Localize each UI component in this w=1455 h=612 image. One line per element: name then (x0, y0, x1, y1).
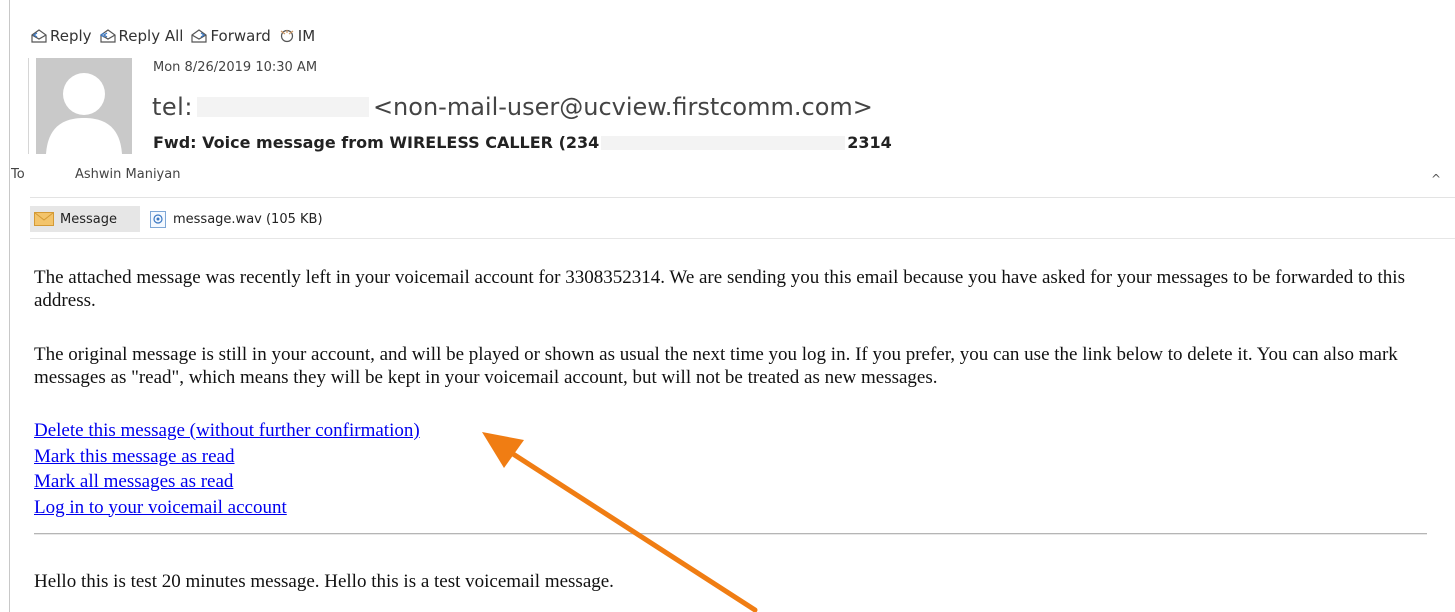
collapse-header-icon[interactable]: ^ (1431, 172, 1441, 186)
envelope-icon (34, 212, 54, 226)
body-paragraph-1: The attached message was recently left i… (34, 267, 1405, 311)
message-action-bar: Reply Reply All Forward IM (30, 25, 322, 47)
forward-label: Forward (210, 27, 271, 45)
voicemail-links: Delete this message (without further con… (34, 418, 420, 520)
attachment-divider (30, 238, 1455, 239)
subject-end: 2314 (847, 133, 892, 152)
attachment-wav[interactable]: message.wav (105 KB) (150, 206, 323, 232)
im-icon (280, 29, 294, 43)
subject-start: Fwd: Voice message from WIRELESS CALLER … (153, 133, 600, 152)
audio-file-icon (150, 210, 166, 228)
delete-message-link[interactable]: Delete this message (without further con… (34, 418, 420, 444)
reply-all-label: Reply All (118, 27, 184, 45)
sender-name: tel: (152, 93, 193, 121)
redacted-caller-number (601, 135, 846, 150)
reply-label: Reply (50, 27, 92, 45)
header-divider (30, 197, 1455, 198)
login-voicemail-link[interactable]: Log in to your voicemail account (34, 495, 287, 521)
reply-button[interactable]: Reply (30, 27, 92, 45)
subject: Fwd: Voice message from WIRELESS CALLER … (153, 133, 892, 152)
sender-email: <non-mail-user@ucview.firstcomm.com> (372, 93, 873, 121)
message-tab-label: Message (60, 211, 117, 227)
reply-all-icon (99, 29, 116, 43)
sender[interactable]: tel: <non-mail-user@ucview.firstcomm.com… (152, 90, 873, 124)
to-row: To Ashwin Maniyan (11, 167, 180, 182)
mark-all-read-link[interactable]: Mark all messages as read (34, 469, 233, 495)
im-button[interactable]: IM (278, 27, 315, 45)
to-label: To (11, 167, 25, 182)
person-silhouette-icon (46, 73, 122, 154)
forward-icon (191, 29, 208, 43)
sender-avatar (36, 58, 132, 154)
reply-all-button[interactable]: Reply All (99, 27, 184, 45)
sent-date: Mon 8/26/2019 10:30 AM (153, 60, 318, 75)
forward-button[interactable]: Forward (190, 27, 271, 45)
reply-icon (31, 29, 47, 43)
body-paragraph-2: The original message is still in your ac… (34, 344, 1398, 388)
mark-read-link[interactable]: Mark this message as read (34, 444, 235, 470)
annotation-arrow (482, 432, 758, 612)
redacted-number (196, 97, 369, 117)
reading-pane-border (9, 0, 10, 612)
recipient-name[interactable]: Ashwin Maniyan (75, 167, 180, 182)
attachment-label: message.wav (105 KB) (173, 211, 323, 227)
message-tab[interactable]: Message (30, 206, 140, 232)
im-label: IM (297, 27, 316, 45)
